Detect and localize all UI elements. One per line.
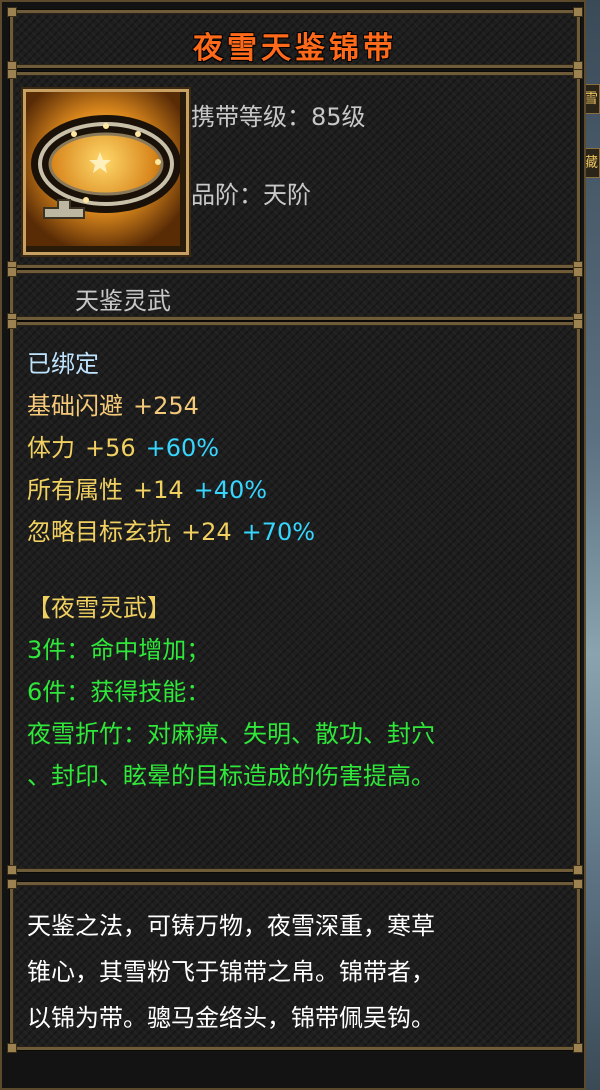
item-tooltip: 夜雪天鉴锦带 携带等级：85级 品阶：天阶 天鉴灵武 已绑定 基础闪避 +254… [0,0,586,1090]
gold-belt-icon [23,89,189,255]
item-grade: 品阶：天阶 [191,181,311,209]
stat-percent: +60% [145,434,220,462]
stat-line: 所有属性 +14 +40% [27,475,267,505]
stat-name: 忽略目标玄抗 [27,518,171,546]
stat-value: +14 [133,476,184,504]
set-skill-line: 夜雪折竹：对麻痹、失明、散功、封穴 [27,720,435,748]
stat-name: 所有属性 [27,476,123,504]
bound-status: 已绑定 [27,350,99,378]
description-line: 天鉴之法，可铸万物，夜雪深重，寒草 [27,912,435,940]
stat-value: +56 [85,434,136,462]
stat-name: 体力 [27,434,75,462]
description-line: 以锦为带。骢马金络头，锦带佩吴钩。 [27,1004,435,1032]
description-line: 锥心，其雪粉飞于锦带之帛。锦带者， [27,958,435,986]
set-skill-line: 、封印、眩晕的目标造成的伤害提高。 [27,762,435,790]
title-panel: 夜雪天鉴锦带 [7,7,583,71]
item-name: 夜雪天鉴锦带 [193,31,397,66]
set-title: 【夜雪灵武】 [27,594,171,622]
stat-line: 忽略目标玄抗 +24 +70% [27,517,315,547]
stat-line: 体力 +56 +60% [27,433,219,463]
stat-name: 基础闪避 [27,392,123,420]
stat-value: +24 [181,518,232,546]
stat-percent: +70% [241,518,316,546]
subtitle-panel: 天鉴灵武 [7,267,583,323]
stat-line: 基础闪避 +254 [27,391,199,421]
item-header-panel: 携带等级：85级 品阶：天阶 [7,69,583,271]
stat-value: +254 [133,392,199,420]
stat-percent: +40% [193,476,268,504]
description-panel: 天鉴之法，可铸万物，夜雪深重，寒草 锥心，其雪粉飞于锦带之帛。锦带者， 以锦为带… [7,879,583,1053]
set-bonus-6: 6件：获得技能： [27,678,211,706]
stats-panel: 已绑定 基础闪避 +254 体力 +56 +60% 所有属性 +14 +40% 忽略目标玄… [7,319,583,875]
set-bonus-3: 3件：命中增加； [27,636,211,664]
carry-level: 携带等级：85级 [191,103,366,131]
item-description: 天鉴之法，可铸万物，夜雪深重，寒草 锥心，其雪粉飞于锦带之帛。锦带者， 以锦为带… [27,903,567,1041]
item-category: 天鉴灵武 [75,287,171,315]
